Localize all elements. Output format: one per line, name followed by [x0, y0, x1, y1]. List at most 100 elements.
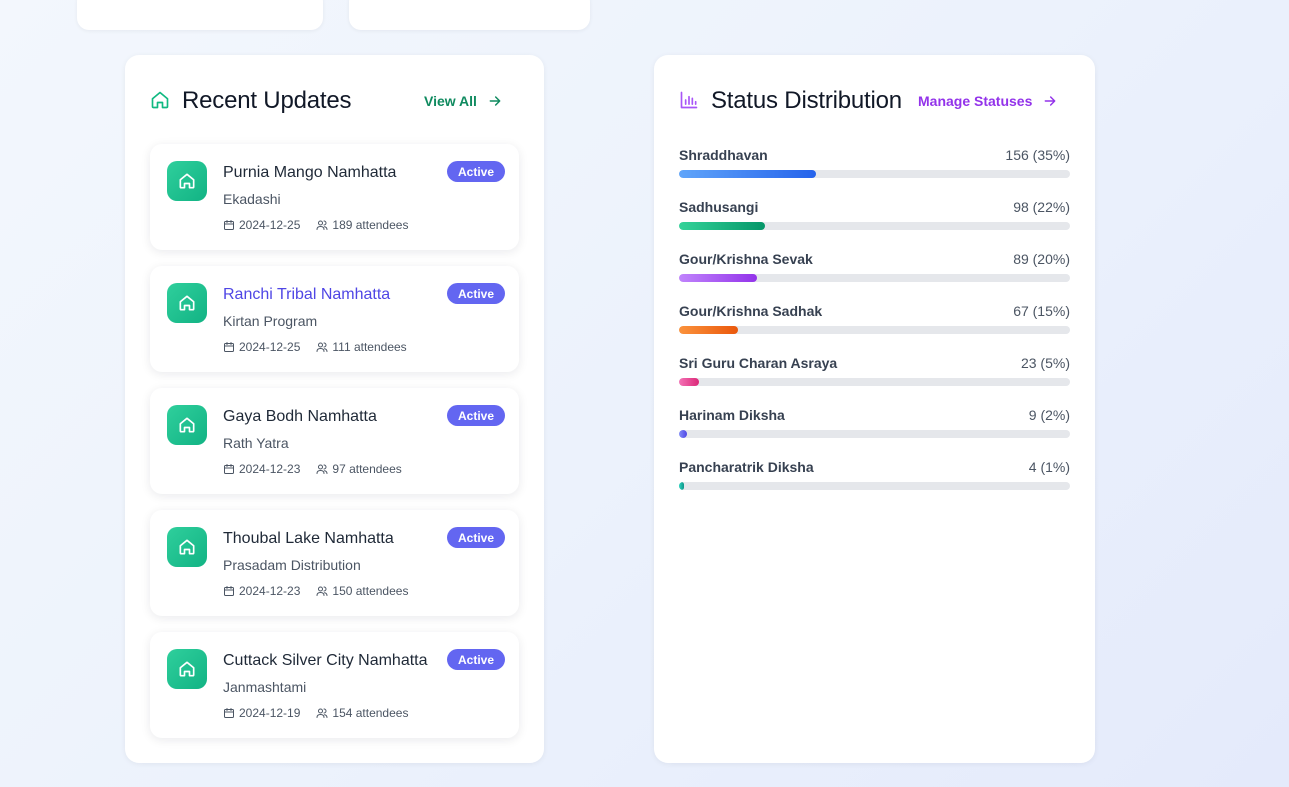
- update-title[interactable]: Gaya Bodh Namhatta: [223, 408, 377, 426]
- manage-statuses-label: Manage Statuses: [918, 93, 1033, 109]
- dashboard-page: month Recent Updates View All Purnia Man…: [0, 0, 1289, 787]
- update-title[interactable]: Thoubal Lake Namhatta: [223, 530, 394, 548]
- update-title[interactable]: Purnia Mango Namhatta: [223, 164, 396, 182]
- namhatta-avatar: [167, 405, 207, 445]
- calendar-icon: [224, 342, 234, 352]
- status-label: Harinam Diksha: [679, 407, 785, 423]
- update-meta: 2024-12-23 150 attendees: [223, 584, 408, 598]
- view-all-label: View All: [424, 93, 477, 109]
- recent-updates-header: Recent Updates View All: [150, 85, 519, 117]
- arrow-right-icon: [489, 96, 501, 106]
- status-count: 67 (15%): [1013, 303, 1070, 319]
- status-badge: Active: [447, 283, 506, 304]
- update-attendees: 189 attendees: [316, 218, 408, 232]
- status-row: Sri Guru Charan Asraya 23 (5%): [679, 355, 1070, 386]
- update-card[interactable]: Purnia Mango Namhatta Ekadashi 2024-12-2…: [150, 144, 519, 250]
- status-distribution-header: Status Distribution Manage Statuses: [679, 85, 1070, 117]
- status-count: 89 (20%): [1013, 251, 1070, 267]
- update-date: 2024-12-25: [223, 218, 300, 232]
- status-distribution-panel: Status Distribution Manage Statuses Shra…: [654, 55, 1095, 763]
- status-badge: Active: [447, 161, 506, 182]
- view-all-link[interactable]: View All: [424, 93, 503, 109]
- calendar-icon: [224, 220, 234, 230]
- status-row: Harinam Diksha 9 (2%): [679, 407, 1070, 438]
- namhatta-avatar: [167, 649, 207, 689]
- calendar-icon: [224, 708, 234, 718]
- update-card[interactable]: Thoubal Lake Namhatta Prasadam Distribut…: [150, 510, 519, 616]
- update-card[interactable]: Ranchi Tribal Namhatta Kirtan Program 20…: [150, 266, 519, 372]
- update-attendees: 154 attendees: [316, 706, 408, 720]
- update-card[interactable]: Gaya Bodh Namhatta Rath Yatra 2024-12-23…: [150, 388, 519, 494]
- update-date: 2024-12-23: [223, 584, 300, 598]
- status-count: 4 (1%): [1028, 459, 1070, 475]
- update-date-text: 2024-12-19: [239, 706, 301, 720]
- home-icon: [179, 417, 195, 433]
- users-icon: [316, 220, 328, 230]
- home-icon: [179, 295, 195, 311]
- status-progress-fill: [679, 378, 699, 386]
- recent-updates-panel: Recent Updates View All Purnia Mango Nam…: [125, 55, 544, 763]
- update-title[interactable]: Cuttack Silver City Namhatta: [223, 652, 428, 670]
- namhatta-avatar: [167, 161, 207, 201]
- namhatta-avatar: [167, 527, 207, 567]
- status-progress-track: [679, 222, 1070, 230]
- update-attendees-text: 111 attendees: [332, 340, 407, 354]
- update-date-text: 2024-12-23: [239, 584, 301, 598]
- update-event: Ekadashi: [223, 191, 281, 207]
- manage-statuses-link[interactable]: Manage Statuses: [918, 93, 1058, 109]
- status-progress-fill: [679, 430, 687, 438]
- home-icon: [179, 539, 195, 555]
- bar-chart-icon: [680, 91, 698, 109]
- status-row: Gour/Krishna Sevak 89 (20%): [679, 251, 1070, 282]
- summary-card: [349, 0, 590, 30]
- status-progress-fill: [679, 274, 758, 282]
- status-label: Gour/Krishna Sadhak: [679, 303, 823, 319]
- update-date: 2024-12-23: [223, 462, 300, 476]
- status-distribution-title: Status Distribution: [711, 87, 902, 114]
- update-attendees: 150 attendees: [316, 584, 408, 598]
- status-progress-track: [679, 482, 1070, 490]
- status-label: Pancharatrik Diksha: [679, 459, 814, 475]
- status-progress-fill: [679, 222, 766, 230]
- status-progress-fill: [679, 326, 738, 334]
- status-label: Sadhusangi: [679, 199, 759, 215]
- home-icon: [179, 173, 195, 189]
- update-attendees-text: 154 attendees: [332, 706, 409, 720]
- update-date: 2024-12-19: [223, 706, 300, 720]
- status-progress-track: [679, 274, 1070, 282]
- status-progress-track: [679, 378, 1070, 386]
- users-icon: [316, 586, 328, 596]
- update-meta: 2024-12-25 189 attendees: [223, 218, 408, 232]
- status-badge: Active: [447, 405, 506, 426]
- recent-updates-title: Recent Updates: [182, 87, 352, 114]
- status-progress-track: [679, 430, 1070, 438]
- update-attendees: 97 attendees: [316, 462, 402, 476]
- users-icon: [316, 464, 328, 474]
- status-row: Shraddhavan 156 (35%): [679, 147, 1070, 178]
- users-icon: [316, 342, 328, 352]
- update-event: Prasadam Distribution: [223, 557, 361, 573]
- calendar-icon: [224, 464, 234, 474]
- update-title[interactable]: Ranchi Tribal Namhatta: [223, 286, 390, 304]
- status-progress-fill: [679, 170, 816, 178]
- update-card[interactable]: Cuttack Silver City Namhatta Janmashtami…: [150, 632, 519, 738]
- update-attendees-text: 189 attendees: [332, 218, 409, 232]
- status-row: Pancharatrik Diksha 4 (1%): [679, 459, 1070, 490]
- status-badge: Active: [447, 527, 506, 548]
- update-meta: 2024-12-25 111 attendees: [223, 340, 407, 354]
- update-attendees-text: 97 attendees: [332, 462, 402, 476]
- status-row: Gour/Krishna Sadhak 67 (15%): [679, 303, 1070, 334]
- status-label: Gour/Krishna Sevak: [679, 251, 813, 267]
- users-icon: [316, 708, 328, 718]
- status-label: Sri Guru Charan Asraya: [679, 355, 838, 371]
- status-progress-fill: [679, 482, 684, 490]
- home-icon: [179, 661, 195, 677]
- update-meta: 2024-12-19 154 attendees: [223, 706, 408, 720]
- status-label: Shraddhavan: [679, 147, 768, 163]
- update-event: Kirtan Program: [223, 313, 318, 329]
- status-count: 23 (5%): [1020, 355, 1070, 371]
- update-event: Janmashtami: [223, 679, 307, 695]
- update-meta: 2024-12-23 97 attendees: [223, 462, 402, 476]
- calendar-icon: [224, 586, 234, 596]
- home-icon: [151, 91, 169, 109]
